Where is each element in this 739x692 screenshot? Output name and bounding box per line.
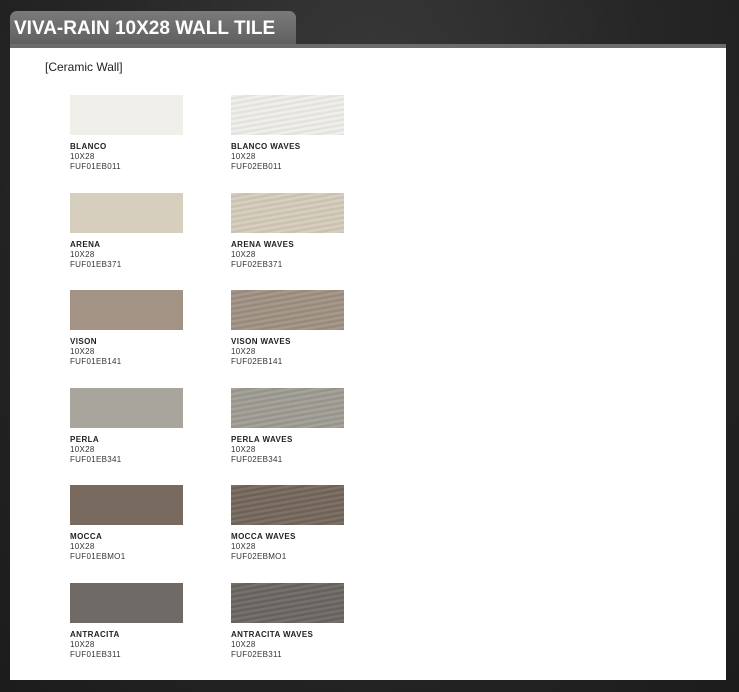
tile-item[interactable]: VISON 10X28 FUF01EB141 bbox=[70, 290, 183, 388]
tile-name: VISON bbox=[70, 337, 97, 347]
tile-code: FUF02EBMO1 bbox=[231, 552, 287, 562]
tile-name: VISON WAVES bbox=[231, 337, 291, 347]
tile-swatch[interactable] bbox=[70, 387, 183, 428]
tile-item[interactable]: PERLA 10X28 FUF01EB341 bbox=[70, 387, 183, 486]
tile-code: FUF02EB341 bbox=[231, 454, 283, 464]
tile-size: 10X28 bbox=[70, 347, 95, 357]
tile-name: BLANCO WAVES bbox=[231, 142, 301, 151]
tile-name: BLANCO bbox=[70, 142, 107, 151]
tile-item[interactable]: PERLA WAVES 10X28 FUF02EB341 bbox=[231, 387, 344, 486]
tile-item[interactable]: ANTRACITA 10X28 FUF01EB311 bbox=[70, 582, 183, 681]
tile-size: 10X28 bbox=[70, 639, 95, 649]
tile-name: PERLA WAVES bbox=[231, 434, 293, 444]
tile-code: FUF01EB311 bbox=[70, 649, 121, 659]
category-label: [Ceramic Wall] bbox=[45, 60, 123, 74]
tile-name: MOCCA WAVES bbox=[231, 532, 296, 542]
tile-code: FUF01EB341 bbox=[70, 454, 122, 464]
tile-swatch[interactable] bbox=[70, 95, 183, 135]
tile-swatch[interactable] bbox=[231, 485, 344, 526]
tile-name: ARENA bbox=[70, 239, 101, 249]
tile-swatch[interactable] bbox=[231, 582, 344, 623]
tile-item[interactable]: MOCCA 10X28 FUF01EBMO1 bbox=[70, 485, 183, 583]
tile-code: FUF02EB371 bbox=[231, 259, 283, 269]
tile-swatch[interactable] bbox=[70, 582, 183, 623]
tile-item[interactable]: ANTRACITA WAVES 10X28 FUF02EB311 bbox=[231, 582, 344, 681]
tile-code: FUF02EB141 bbox=[231, 357, 283, 367]
tile-item[interactable]: BLANCO WAVES 10X28 FUF02EB011 bbox=[231, 95, 344, 193]
tile-swatch[interactable] bbox=[70, 192, 183, 233]
tile-swatch[interactable] bbox=[231, 290, 344, 331]
tile-swatch[interactable] bbox=[231, 95, 344, 135]
tile-name: ANTRACITA bbox=[70, 629, 120, 639]
tile-name: ANTRACITA WAVES bbox=[231, 629, 314, 639]
tile-item[interactable]: ARENA 10X28 FUF01EB371 bbox=[70, 192, 183, 291]
tile-size: 10X28 bbox=[231, 639, 256, 649]
tile-code: FUF01EB011 bbox=[70, 162, 121, 171]
tile-code: FUF02EB311 bbox=[231, 649, 282, 659]
tile-swatch[interactable] bbox=[231, 192, 344, 233]
tile-size: 10X28 bbox=[231, 152, 256, 161]
tile-name: ARENA WAVES bbox=[231, 239, 295, 249]
tile-swatch[interactable] bbox=[70, 485, 183, 526]
tile-size: 10X28 bbox=[231, 249, 256, 259]
content-panel: [Ceramic Wall] BLANCO 10X28 FUF01EB011 B… bbox=[10, 48, 726, 680]
tile-name: MOCCA bbox=[70, 532, 103, 542]
tile-swatch[interactable] bbox=[231, 387, 344, 428]
tile-swatch[interactable] bbox=[70, 290, 183, 331]
tile-size: 10X28 bbox=[70, 152, 95, 161]
tile-item[interactable]: VISON WAVES 10X28 FUF02EB141 bbox=[231, 290, 344, 388]
tile-item[interactable]: MOCCA WAVES 10X28 FUF02EBMO1 bbox=[231, 485, 344, 583]
tile-item[interactable]: ARENA WAVES 10X28 FUF02EB371 bbox=[231, 192, 344, 291]
tile-size: 10X28 bbox=[70, 444, 95, 454]
tile-size: 10X28 bbox=[231, 347, 256, 357]
tile-size: 10X28 bbox=[70, 249, 95, 259]
tile-size: 10X28 bbox=[231, 542, 256, 552]
tile-code: FUF01EB141 bbox=[70, 357, 122, 367]
tile-size: 10X28 bbox=[231, 444, 256, 454]
title-tab: VIVA-RAIN 10X28 WALL TILE bbox=[10, 11, 296, 45]
tile-name: PERLA bbox=[70, 434, 100, 444]
tile-grid: BLANCO 10X28 FUF01EB011 BLANCO WAVES 10X… bbox=[70, 95, 392, 681]
tile-code: FUF01EBMO1 bbox=[70, 552, 126, 562]
tile-code: FUF02EB011 bbox=[231, 162, 282, 171]
tile-code: FUF01EB371 bbox=[70, 259, 122, 269]
tile-size: 10X28 bbox=[70, 542, 95, 552]
tile-item[interactable]: BLANCO 10X28 FUF01EB011 bbox=[70, 95, 183, 193]
page-title: VIVA-RAIN 10X28 WALL TILE bbox=[14, 18, 276, 39]
